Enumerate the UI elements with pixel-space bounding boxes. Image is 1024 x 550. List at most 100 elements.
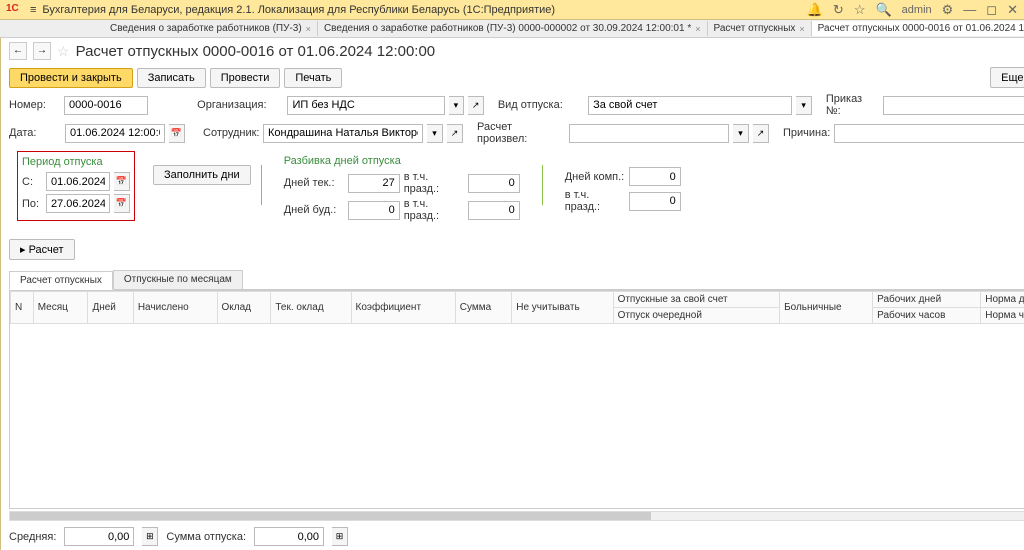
col-cur-salary[interactable]: Тек. оклад (271, 292, 351, 324)
open-icon[interactable]: ↗ (468, 96, 484, 115)
from-input[interactable] (46, 172, 110, 191)
dropdown-icon[interactable]: ▾ (449, 96, 465, 115)
back-button[interactable]: ← (9, 42, 27, 60)
star-icon[interactable]: ☆ (854, 2, 866, 18)
page-title: Расчет отпускных 0000-0016 от 01.06.2024… (76, 43, 436, 60)
emp-label: Сотрудник: (203, 127, 259, 139)
col-accrued[interactable]: Начислено (133, 292, 217, 324)
col-workdays[interactable]: Рабочих дней (873, 292, 981, 308)
more-button[interactable]: Еще ▾ (990, 67, 1024, 88)
content: ← → ☆ Расчет отпускных 0000-0016 от 01.0… (1, 38, 1024, 550)
number-input[interactable] (64, 96, 148, 115)
date-label: Дата: (9, 127, 61, 139)
print-button[interactable]: Печать (284, 68, 342, 88)
col-month[interactable]: Месяц (33, 292, 88, 324)
breakdown-title: Разбивка дней отпуска (284, 155, 520, 167)
calc-button[interactable]: ▸ Расчет (9, 239, 75, 260)
hol2-label: в т.ч. празд.: (404, 198, 464, 222)
dropdown-icon[interactable]: ▾ (427, 124, 443, 143)
app-title: Бухгалтерия для Беларуси, редакция 2.1. … (42, 4, 806, 16)
col-n[interactable]: N (11, 292, 34, 324)
post-close-button[interactable]: Провести и закрыть (9, 68, 133, 88)
settings-icon[interactable]: ⚙ (942, 2, 954, 18)
reason-input[interactable] (834, 124, 1024, 143)
hol2-input[interactable] (468, 201, 520, 220)
col-salary[interactable]: Оклад (217, 292, 271, 324)
maximize-icon[interactable]: ◻ (986, 2, 997, 18)
number-label: Номер: (9, 99, 60, 111)
close-icon[interactable]: × (306, 24, 311, 34)
toolbar: Провести и закрыть Записать Провести Печ… (1, 64, 1024, 91)
close-icon[interactable]: × (695, 24, 700, 34)
order-label: Приказ №: (826, 93, 879, 117)
sub-tab-calc[interactable]: Расчет отпускных (9, 271, 113, 290)
comp-input[interactable] (629, 167, 681, 186)
to-input[interactable] (46, 194, 110, 213)
tab-2[interactable]: Расчет отпускных× (708, 21, 812, 36)
work-input[interactable] (348, 201, 400, 220)
dropdown-icon[interactable]: ▾ (796, 96, 812, 115)
hol3-label: в т.ч. празд.: (565, 189, 625, 213)
calendar-icon[interactable]: 📅 (169, 124, 185, 143)
divider (261, 165, 262, 205)
h-scrollbar[interactable]: ◀ ▶ (9, 511, 1024, 521)
date-input[interactable] (65, 124, 165, 143)
search-icon[interactable]: 🔍 (875, 2, 891, 18)
sub-tab-monthly[interactable]: Отпускные по месяцам (113, 270, 243, 289)
open-icon[interactable]: ↗ (753, 124, 769, 143)
cur-input[interactable] (348, 174, 400, 193)
from-label: С: (22, 176, 42, 188)
org-input[interactable] (287, 96, 444, 115)
post-button[interactable]: Провести (210, 68, 281, 88)
scroll-thumb[interactable] (10, 512, 651, 520)
col-days[interactable]: Дней (88, 292, 133, 324)
sum-input[interactable] (254, 527, 324, 546)
history-icon[interactable]: ↻ (833, 2, 844, 18)
comp-label: Дней комп.: (565, 171, 625, 183)
type-input[interactable] (588, 96, 792, 115)
fill-days-button[interactable]: Заполнить дни (153, 165, 251, 185)
menu-icon[interactable]: ≡ (30, 4, 36, 16)
favorite-icon[interactable]: ☆ (57, 43, 70, 60)
emp-input[interactable] (263, 124, 423, 143)
col-exclude[interactable]: Не учитывать (512, 292, 613, 324)
app-header: 1C ≡ Бухгалтерия для Беларуси, редакция … (0, 0, 1024, 20)
calendar-icon[interactable]: 📅 (114, 172, 130, 191)
tab-1[interactable]: Сведения о заработке работников (ПУ-3) 0… (318, 21, 708, 36)
work-label: Дней буд.: (284, 204, 344, 216)
col-sick[interactable]: Больничные (780, 292, 873, 324)
col-normdays[interactable]: Норма дней (981, 292, 1024, 308)
tab-3[interactable]: Расчет отпускных 0000-0016 от 01.06.2024… (812, 21, 1024, 36)
forward-button[interactable]: → (33, 42, 51, 60)
tab-0[interactable]: Сведения о заработке работников (ПУ-3)× (104, 21, 318, 36)
col-workhours[interactable]: Рабочих часов (873, 308, 981, 324)
user-label[interactable]: admin (902, 4, 932, 16)
hol1-label: в т.ч. празд.: (404, 171, 464, 195)
write-button[interactable]: Записать (137, 68, 206, 88)
col-own[interactable]: Отпускные за свой счет (613, 292, 779, 308)
calc-input[interactable] (569, 124, 729, 143)
close-icon[interactable]: ✕ (1007, 2, 1018, 18)
dropdown-icon[interactable]: ▾ (733, 124, 749, 143)
avg-label: Средняя: (9, 531, 56, 543)
open-icon[interactable]: ↗ (447, 124, 463, 143)
col-annual[interactable]: Отпуск очередной (613, 308, 779, 324)
calendar-icon[interactable]: 📅 (114, 194, 130, 213)
col-sum[interactable]: Сумма (455, 292, 512, 324)
hol3-input[interactable] (629, 192, 681, 211)
order-input[interactable] (883, 96, 1024, 115)
sum-label: Сумма отпуска: (166, 531, 246, 543)
bell-icon[interactable]: 🔔 (807, 2, 823, 18)
minimize-icon[interactable]: — (963, 2, 976, 17)
content-header: ← → ☆ Расчет отпускных 0000-0016 от 01.0… (1, 38, 1024, 64)
calc-icon[interactable]: ⊞ (142, 527, 158, 546)
reason-label: Причина: (783, 127, 830, 139)
col-normhours[interactable]: Норма часов (981, 308, 1024, 324)
avg-input[interactable] (64, 527, 134, 546)
col-coef[interactable]: Коэффициент (351, 292, 455, 324)
footer: Средняя: ⊞ Сумма отпуска: ⊞ (1, 523, 1024, 550)
hol1-input[interactable] (468, 174, 520, 193)
close-icon[interactable]: × (799, 24, 804, 34)
calc-label: Расчет произвел: (477, 121, 565, 145)
calc-icon[interactable]: ⊞ (332, 527, 348, 546)
